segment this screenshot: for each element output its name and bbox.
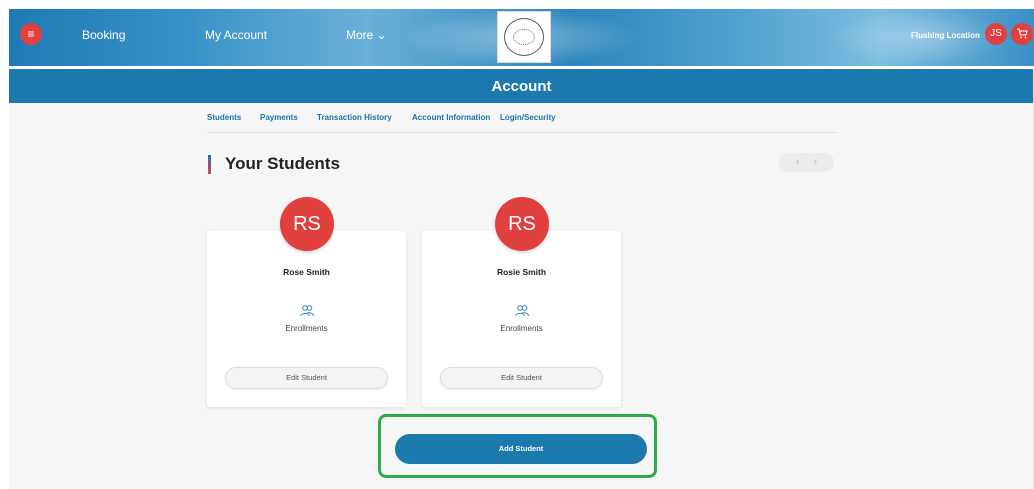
add-student-button[interactable]: Add Student	[395, 434, 647, 464]
nav-more[interactable]: More ⌄	[346, 28, 387, 42]
chevron-left-icon[interactable]: ‹	[796, 156, 814, 168]
tab-students[interactable]: Students	[207, 113, 241, 122]
user-avatar[interactable]: JS	[985, 23, 1007, 45]
hamburger-menu-icon[interactable]: ≡	[20, 23, 42, 45]
edit-student-button[interactable]: Edit Student	[225, 367, 388, 389]
tab-payments[interactable]: Payments	[260, 113, 298, 122]
enrollments-people-icon[interactable]	[299, 304, 315, 318]
edit-student-button[interactable]: Edit Student	[440, 367, 603, 389]
student-name: Rose Smith	[283, 267, 330, 277]
enrollments-label[interactable]: Enrollments	[422, 324, 621, 333]
page-title: Account	[491, 78, 552, 95]
carousel-pager[interactable]: ‹›	[779, 153, 834, 172]
student-avatar: RS	[495, 197, 549, 251]
student-card: Rosie Smith Enrollments Edit Student	[422, 231, 621, 407]
student-avatar: RS	[280, 197, 334, 251]
tab-transaction-history[interactable]: Transaction History	[317, 113, 392, 122]
tab-account-information[interactable]: Account Information	[412, 113, 490, 122]
enrollments-label[interactable]: Enrollments	[207, 324, 406, 333]
nav-my-account[interactable]: My Account	[205, 28, 267, 42]
nav-booking[interactable]: Booking	[82, 28, 125, 42]
page-frame: ≡ Booking My Account More ⌄ Flushing Loc…	[9, 9, 1034, 489]
tab-login-security[interactable]: Login/Security	[500, 113, 556, 122]
page-title-band: Account	[9, 69, 1034, 103]
location-selector[interactable]: Flushing Location	[911, 31, 980, 40]
section-accent-bar	[208, 155, 211, 174]
top-navigation-bar: ≡ Booking My Account More ⌄ Flushing Loc…	[9, 9, 1034, 66]
student-name: Rosie Smith	[496, 267, 547, 277]
chevron-right-icon[interactable]: ›	[814, 156, 832, 168]
section-title: Your Students	[225, 154, 340, 173]
dolphin-swimming-logo[interactable]	[497, 11, 551, 63]
student-card: Rose Smith Enrollments Edit Student	[207, 231, 406, 407]
tabs-divider	[207, 132, 837, 133]
cart-icon[interactable]	[1011, 23, 1033, 45]
enrollments-people-icon[interactable]	[514, 304, 530, 318]
